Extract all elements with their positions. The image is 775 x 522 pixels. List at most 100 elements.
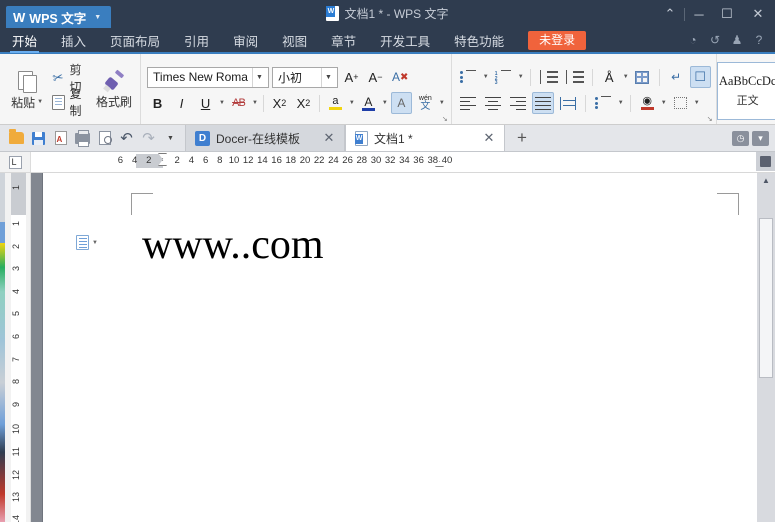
borders-icon[interactable] [670, 92, 691, 114]
strikethrough-button[interactable]: AB [228, 92, 249, 114]
shading-icon[interactable]: ◉ [637, 92, 658, 114]
ruler-tick-label: 6 [118, 155, 123, 166]
decrease-indent-icon[interactable] [537, 66, 560, 88]
scrollbar-thumb[interactable] [759, 218, 773, 378]
ruler-tick-label: 2 [146, 155, 151, 166]
tab-section[interactable]: 章节 [319, 27, 368, 53]
horizontal-ruler[interactable]: 642246810121416182022242628303234363840 [31, 152, 775, 172]
subscript-button[interactable]: X2 [293, 92, 314, 114]
tab-start[interactable]: 开始 [0, 27, 49, 53]
pinyin-guide-button[interactable]: wén文 [415, 92, 436, 114]
refresh-icon[interactable]: ↺ [705, 30, 725, 50]
italic-button[interactable]: I [171, 92, 192, 114]
align-right-icon[interactable] [507, 92, 529, 114]
align-left-icon[interactable] [457, 92, 479, 114]
shrink-font-button[interactable]: A− [365, 66, 386, 88]
increase-indent-icon[interactable] [563, 66, 586, 88]
minimize-button[interactable]: ─ [685, 0, 713, 28]
help-icon[interactable]: ? [749, 30, 769, 50]
tab-review[interactable]: 审阅 [221, 27, 270, 53]
doc-tab-document1[interactable]: 文档1 * ✕ [345, 125, 505, 151]
asian-layout-icon[interactable]: Å [599, 66, 620, 88]
close-icon[interactable]: ✕ [322, 130, 336, 146]
copy-button[interactable]: 复制 [48, 92, 94, 113]
font-name-combo[interactable]: Times New Roma ▼ [147, 67, 269, 88]
vertical-ruler[interactable]: 1123456789101112131415 [0, 173, 31, 522]
tab-stop-selector[interactable]: L [0, 152, 31, 172]
font-dialog-launcher[interactable]: ↘ [442, 115, 448, 123]
doc-tab-docer[interactable]: D Docer-在线模板 ✕ [185, 125, 345, 151]
character-shading-button[interactable]: A [391, 92, 412, 114]
globe-icon[interactable]: ◔ [683, 30, 703, 50]
collapse-ribbon-button[interactable]: ⌃ [656, 0, 684, 28]
login-button[interactable]: 未登录 [528, 31, 586, 50]
format-painter-button[interactable]: 格式刷 [94, 70, 134, 110]
chevron-down-icon[interactable]: ▼ [618, 100, 624, 106]
undo-icon[interactable]: ↶ [116, 128, 137, 149]
chevron-down-icon[interactable]: ▼ [321, 68, 335, 87]
tab-page-layout[interactable]: 页面布局 [98, 27, 172, 53]
maximize-button[interactable]: ☐ [713, 0, 741, 28]
bullet-list-icon[interactable] [457, 66, 480, 88]
customize-qat-icon[interactable]: ▼ [160, 128, 181, 149]
tab-references[interactable]: 引用 [172, 27, 221, 53]
save-icon[interactable] [28, 128, 49, 149]
font-color-button[interactable]: A [358, 92, 379, 114]
chevron-down-icon[interactable]: ▼ [694, 100, 700, 106]
bold-button[interactable]: B [147, 92, 168, 114]
document-body-text[interactable]: www..com [142, 221, 324, 269]
table-grid-icon[interactable] [632, 66, 653, 88]
chevron-down-icon[interactable]: ▼ [219, 100, 225, 106]
superscript-button[interactable]: X2 [269, 92, 290, 114]
numbered-list-icon[interactable]: 123 [492, 66, 515, 88]
align-justify-icon[interactable] [532, 92, 554, 114]
grow-font-button[interactable]: A+ [341, 66, 362, 88]
paragraph-dialog-launcher[interactable]: ↘ [707, 115, 713, 123]
underline-button[interactable]: U [195, 92, 216, 114]
tab-view[interactable]: 视图 [270, 27, 319, 53]
clear-formatting-icon[interactable]: A✖ [389, 66, 411, 88]
group-clipboard: 粘贴 ▼ ✂ 剪切 复制 格式刷 [0, 54, 140, 124]
scroll-up-button[interactable]: ▲ [757, 173, 775, 188]
ruler-tick-label: 9 [11, 402, 26, 407]
paragraph-layout-icon[interactable]: ☐ [690, 66, 711, 88]
redo-icon[interactable]: ↷ [138, 128, 159, 149]
chevron-down-icon[interactable]: ▼ [37, 99, 43, 105]
close-button[interactable]: ✕ [741, 0, 775, 28]
chevron-down-icon[interactable]: ▼ [252, 68, 266, 87]
history-icon[interactable]: ◷ [732, 131, 749, 146]
chevron-down-icon[interactable]: ▼ [661, 100, 667, 106]
open-icon[interactable] [6, 128, 27, 149]
print-icon[interactable] [72, 128, 93, 149]
ruler-corner-icon[interactable] [756, 152, 775, 171]
skin-icon[interactable]: ♟ [727, 30, 747, 50]
font-size-combo[interactable]: 小初 ▼ [272, 67, 338, 88]
chevron-down-icon[interactable]: ▼ [439, 100, 445, 106]
chevron-down-icon[interactable]: ▼ [623, 74, 629, 80]
chevron-down-icon[interactable]: ▼ [252, 100, 258, 106]
close-icon[interactable]: ✕ [482, 130, 496, 146]
show-paragraph-marks-icon[interactable]: ↵ [666, 66, 687, 88]
chevron-down-icon[interactable]: ▼ [94, 14, 101, 21]
chevron-down-icon[interactable]: ▼ [382, 100, 388, 106]
chevron-down-icon[interactable]: ▼ [483, 74, 489, 80]
tab-developer-tools[interactable]: 开发工具 [368, 27, 442, 53]
paste-button[interactable]: 粘贴 ▼ [8, 70, 46, 111]
vertical-scrollbar[interactable]: ▲ [757, 173, 775, 522]
paste-options-icon[interactable]: ▼ [76, 235, 98, 250]
tab-insert[interactable]: 插入 [49, 27, 98, 53]
export-pdf-icon[interactable] [50, 128, 71, 149]
new-tab-button[interactable]: + [505, 125, 539, 151]
chevron-down-icon[interactable]: ▼ [518, 74, 524, 80]
print-preview-icon[interactable] [94, 128, 115, 149]
wps-app-tab[interactable]: W WPS 文字 ▼ [6, 6, 111, 28]
tab-options-icon[interactable]: ▾ [752, 131, 769, 146]
chevron-down-icon[interactable]: ▼ [349, 100, 355, 106]
align-center-icon[interactable] [482, 92, 504, 114]
style-normal[interactable]: AaBbCcDc 正文 [717, 62, 775, 120]
line-spacing-icon[interactable] [592, 92, 615, 114]
distribute-icon[interactable] [557, 92, 579, 114]
tab-special-features[interactable]: 特色功能 [442, 27, 516, 53]
highlight-button[interactable]: a [325, 92, 346, 114]
document-page[interactable]: ▼ www..com [43, 173, 757, 522]
